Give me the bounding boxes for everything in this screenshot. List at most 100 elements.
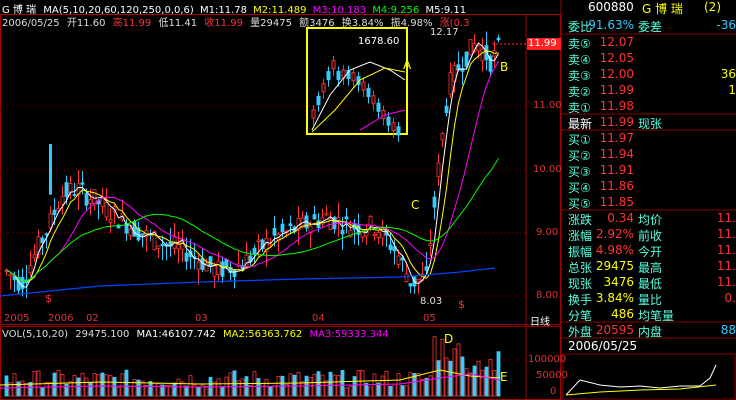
volume-bar xyxy=(216,378,221,397)
info-high: 高11.99 xyxy=(112,18,152,29)
price-tick-9: 9.00 xyxy=(536,227,559,238)
price-tick-10: 10.00 xyxy=(533,164,562,175)
stock-code: 600880 xyxy=(588,0,634,14)
volume-bar xyxy=(340,369,345,397)
volume-ma2: MA2:56363.762 xyxy=(223,329,303,340)
volume-bar xyxy=(472,365,477,397)
volume-bar xyxy=(80,372,85,397)
mini-chart-date: 2006/05/25 xyxy=(568,339,638,353)
ask-row: 卖⑤ 12.07 xyxy=(566,35,736,51)
ask-label: 卖③ xyxy=(568,69,591,83)
stat-label-2: 今开 xyxy=(638,245,663,259)
ask-row: 卖③ 12.00 36 xyxy=(566,67,736,83)
candle-body xyxy=(108,218,113,223)
ask-volume: 36 xyxy=(720,67,736,81)
volume-tick-100000: 100000 xyxy=(528,354,567,365)
stat-label: 涨跌 xyxy=(568,213,593,227)
ask-price: 12.07 xyxy=(599,35,634,49)
date-label-05: 05 xyxy=(423,313,436,324)
volume-bar xyxy=(76,377,81,397)
candle-body xyxy=(476,45,481,52)
inset-candle-body xyxy=(366,88,371,98)
split-marker-icon: $ xyxy=(458,298,465,311)
candle-body xyxy=(376,232,381,238)
annotation-c: C xyxy=(411,198,420,212)
candle-body xyxy=(468,38,473,56)
candle-body xyxy=(288,223,293,227)
volume-bar xyxy=(184,385,189,397)
volume-bar xyxy=(448,360,453,397)
stat-value-2: 11. xyxy=(716,227,736,241)
volume-bar xyxy=(348,385,353,397)
volume-bar xyxy=(352,376,357,397)
stat-label: 分笔 xyxy=(568,309,593,323)
stat-label: 总张 xyxy=(568,261,593,275)
candle-body xyxy=(464,51,469,67)
stat-value: 4.98% xyxy=(595,243,634,257)
volume-bar xyxy=(316,371,321,397)
stat-label-2: 最高 xyxy=(638,261,663,275)
annotation-d: D xyxy=(444,332,454,346)
candle-body xyxy=(408,283,413,287)
inset-candle-body xyxy=(391,122,396,132)
volume-tick-0: 0 xyxy=(550,386,557,397)
candle-body xyxy=(212,265,217,277)
volume-bar xyxy=(416,373,421,397)
candle-body xyxy=(256,239,261,242)
price-tick-11: 11.00 xyxy=(533,100,562,111)
candle-body xyxy=(160,243,165,247)
candle-body xyxy=(368,216,373,227)
volume-bar xyxy=(408,372,413,397)
candle-body xyxy=(440,133,445,141)
stat-value: 3476 xyxy=(603,275,634,289)
date-label-2005: 2005 xyxy=(4,313,30,324)
weicha-label: 委差 xyxy=(638,20,663,34)
volume-bar xyxy=(60,373,65,397)
info-vol: 量29475 xyxy=(250,18,292,29)
candle-body xyxy=(88,199,93,204)
volume-bar xyxy=(44,381,49,397)
volume-bar xyxy=(116,386,121,397)
date-label-02: 02 xyxy=(86,313,99,324)
bid-row: 买⑤ 11.85 xyxy=(566,195,736,211)
candle-body xyxy=(208,256,213,267)
bid-price: 11.85 xyxy=(599,195,634,209)
bid-price: 11.94 xyxy=(599,147,634,161)
volume-bar xyxy=(308,377,313,397)
ask-row: 卖② 11.99 1 xyxy=(566,83,736,99)
bid-price: 11.97 xyxy=(599,131,634,145)
volume-bar xyxy=(388,385,393,397)
info-amount: 额3476 xyxy=(299,18,335,29)
volume-bar xyxy=(396,373,401,397)
candle-body xyxy=(84,193,89,206)
stat-value: 486 xyxy=(611,307,634,321)
volume-bar xyxy=(256,378,261,397)
inset-candle-body xyxy=(386,116,391,126)
period-tab-daily[interactable]: 日线 xyxy=(530,313,550,328)
volume-bar xyxy=(328,371,333,397)
info-amplitude: 振4.98% xyxy=(390,18,433,29)
volume-bar xyxy=(132,379,137,397)
bid-label: 买① xyxy=(568,133,591,147)
inset-candle-body xyxy=(336,71,341,81)
bid-label: 买④ xyxy=(568,181,591,195)
volume-bar xyxy=(96,374,101,397)
stat-value-2: 11. xyxy=(716,259,736,273)
volume-bar xyxy=(128,385,133,397)
volume-header: VOL(5,10,20) 29475.100 MA1:46107.742 MA2… xyxy=(2,329,389,340)
panel-suffix: (2) xyxy=(704,0,721,14)
stat-value-2: 11. xyxy=(716,211,736,225)
last-price-row: 最新 11.99 现张 xyxy=(566,115,736,131)
outer-value: 20595 xyxy=(595,323,634,337)
volume-bar xyxy=(196,386,201,397)
volume-bar xyxy=(84,377,89,397)
stat-label: 现张 xyxy=(568,277,593,291)
candle-body xyxy=(436,162,441,178)
inner-label: 内盘 xyxy=(638,325,663,339)
volume-label: VOL(5,10,20) xyxy=(2,329,69,340)
inset-candle-body xyxy=(326,71,331,81)
candle-body xyxy=(68,183,73,193)
annotation-e: E xyxy=(500,370,508,384)
volume-bar xyxy=(296,371,301,397)
ask-row: 卖① 11.98 xyxy=(566,99,736,115)
